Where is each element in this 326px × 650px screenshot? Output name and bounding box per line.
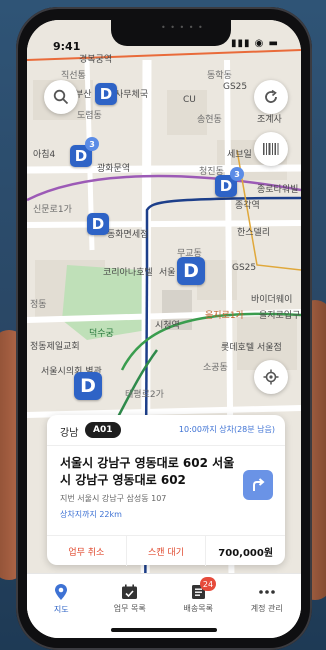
map-label: 바이더웨이 [251,295,293,305]
map-label: 서울 [159,268,176,278]
map-label: 종각역 [235,201,260,211]
bottom-tab-bar: 지도 업무 목록 24 배송목록 계정 관리 [27,573,301,638]
home-indicator [111,628,217,632]
map-label: 동화면세점 [107,230,149,240]
map-label: GS25 [223,82,248,92]
tab-label: 업무 목록 [113,604,146,613]
map-label: 직선통 [61,71,86,81]
tab-map[interactable]: 지도 [27,574,96,638]
tab-label: 계정 관리 [250,604,283,613]
delivery-marker[interactable]: D [177,257,205,285]
map-label: 송현동 [197,115,222,125]
calendar-icon [122,584,138,599]
map-label: 사무체국 [115,90,149,100]
cancel-job-button[interactable]: 업무 취소 [47,536,126,566]
pickup-deadline: 10:00까지 상차(28분 남음) [178,425,275,434]
pickup-address: 서울시 강남구 영동대로 602 서울시 강남구 영동대로 602 [60,456,235,487]
map-label: CU [183,95,196,105]
map-label: 종로타워빌 [257,185,299,195]
status-time: 9:41 [53,40,81,53]
map-label: 광화문역 [97,164,131,174]
map-label: 도렴동 [77,111,102,121]
map-label: 동학동 [207,71,232,81]
job-code-badge: A01 [85,422,121,438]
map-label: 정동 [30,300,47,310]
refresh-button[interactable] [254,80,288,114]
barcode-icon [263,143,279,155]
map-label: 롯데호텔 서울점 [221,343,282,353]
map-label: 소공동 [203,363,228,373]
map-label: 세브일 [227,150,252,160]
tab-account[interactable]: 계정 관리 [233,574,302,638]
map-label: 을지로1가 [205,311,244,321]
barcode-button[interactable] [254,132,288,166]
jibun-address: 지번 서울시 강남구 삼성동 107 [60,494,167,503]
marker-count-badge: 3 [85,137,99,151]
status-icons: ▮▮▮ ◉ ▬ [230,38,279,49]
tab-label: 배송목록 [183,604,213,613]
map-label: 태평로2가 [125,390,164,400]
map-label: 경복궁역 [79,55,113,65]
marker-count-badge: 3 [230,167,244,181]
notch: • • • • • [111,20,231,46]
locate-icon [263,369,279,385]
navigate-button[interactable] [243,470,273,500]
map-pin-icon [55,584,68,600]
distance-to-pickup: 상차지까지 22km [60,510,122,519]
map-label: 코리아나호텔 [103,268,153,278]
search-icon [53,89,69,105]
map-label: 신문로1가 [33,205,72,215]
job-card-header: 강남 A01 10:00까지 상차(28분 남음) [47,415,285,446]
delivery-marker[interactable]: D3 [70,137,99,167]
map-label: GS25 [232,263,257,273]
map-label: 한스델리 [237,228,271,238]
job-card[interactable]: 강남 A01 10:00까지 상차(28분 남음) 서울시 강남구 영동대로 6… [47,415,285,566]
map-label: 을지로입구 [259,311,301,321]
phone-screen: • • • • • 9:41 ▮▮▮ ◉ ▬ 경복궁역 직선통 동학동 부산 사… [27,20,301,638]
map-label: 덕수궁 [89,329,114,339]
job-price: 700,000원 [205,536,285,566]
delivery-marker[interactable]: D [74,372,102,400]
search-button[interactable] [44,80,78,114]
map-label: 정동제일교회 [30,342,80,352]
job-card-actions: 업무 취소 스캔 대기 700,000원 [47,535,285,566]
region-label: 강남 [60,428,79,439]
locate-button[interactable] [254,360,288,394]
delivery-marker[interactable]: D3 [215,167,244,197]
more-icon [258,590,275,594]
refresh-icon [265,89,277,103]
delivery-count-badge: 24 [200,577,216,591]
map-label: 시청역 [155,321,180,331]
tab-label: 지도 [53,605,69,614]
scan-wait-button[interactable]: 스캔 대기 [125,536,206,566]
map-label: 아침4 [33,150,56,160]
delivery-marker[interactable]: D [87,213,109,235]
delivery-marker[interactable]: D [95,83,117,105]
turn-right-arrow-icon [253,478,265,491]
